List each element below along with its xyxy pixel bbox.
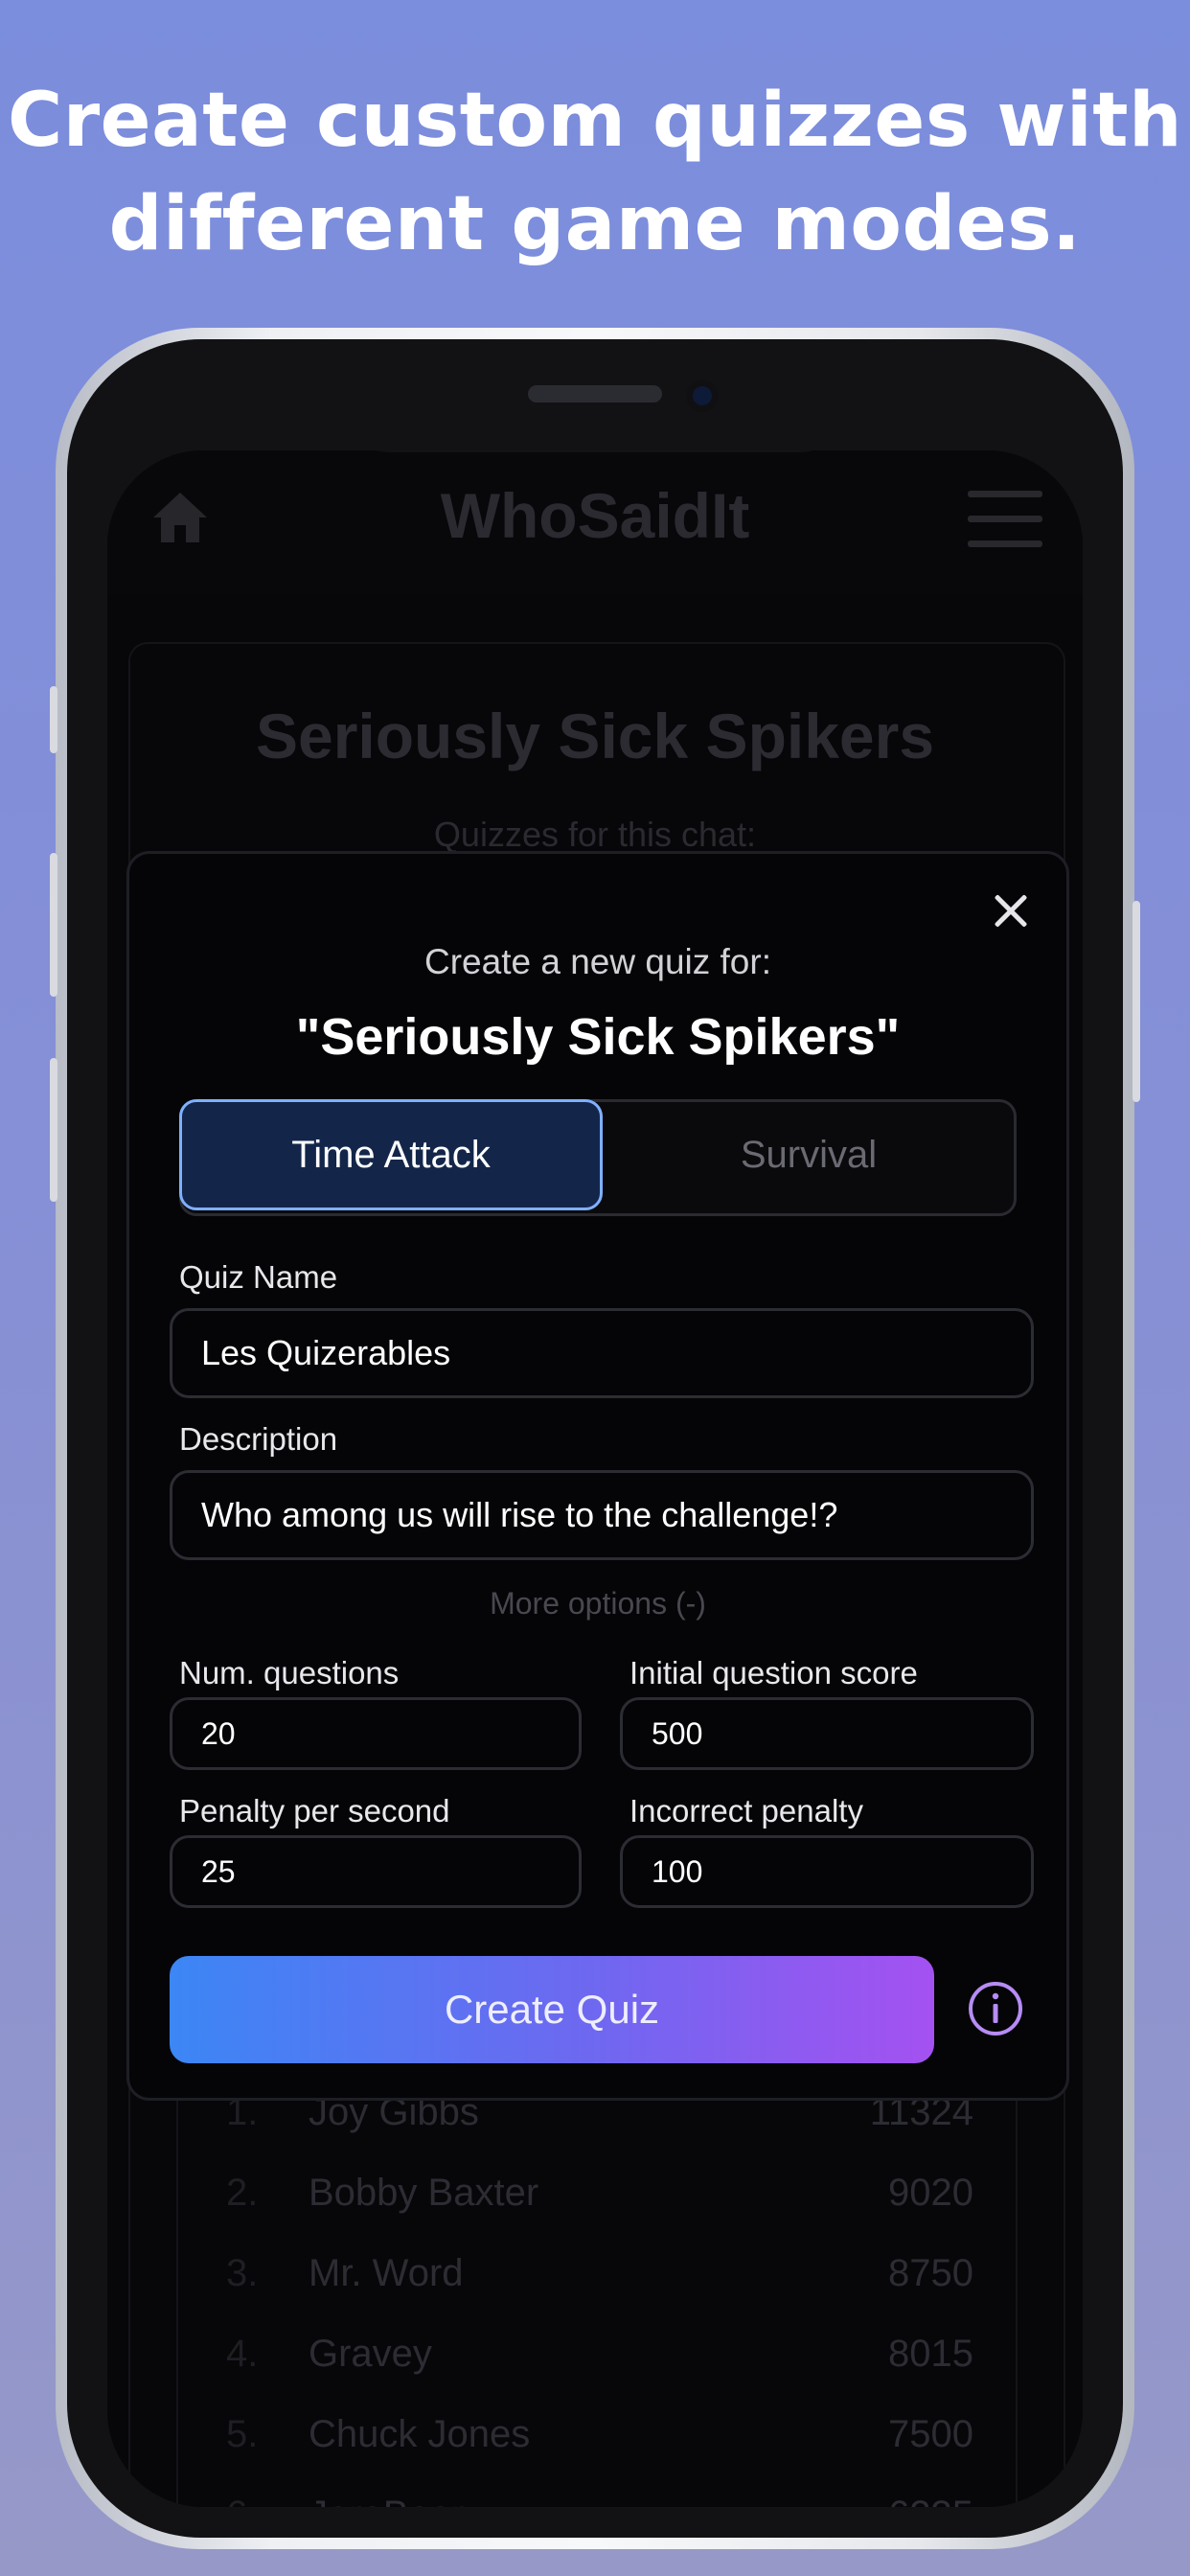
leaderboard-row: 3. Mr. Word 8750 <box>178 2235 1016 2315</box>
modal-title: "Seriously Sick Spikers" <box>295 1008 901 1066</box>
leaderboard-rank: 4. <box>226 2333 259 2375</box>
description-input[interactable] <box>170 1470 1034 1560</box>
leaderboard-row: 5. Chuck Jones 7500 <box>178 2396 1016 2476</box>
create-quiz-button[interactable]: Create Quiz <box>170 1956 934 2063</box>
num-questions-label: Num. questions <box>179 1655 400 1690</box>
quiz-name-label: Quiz Name <box>179 1259 338 1295</box>
phone-side-button-volume-down <box>50 1058 57 1202</box>
incorrect-penalty-input[interactable] <box>620 1835 1034 1908</box>
num-questions-input[interactable] <box>170 1697 582 1770</box>
leaderboard-name: Gravey <box>309 2333 432 2375</box>
speaker-grille <box>528 385 662 402</box>
leaderboard-name: Bobby Baxter <box>309 2172 539 2214</box>
leaderboard-rank: 2. <box>226 2172 259 2214</box>
leaderboard-name: JaraBear <box>309 2494 464 2507</box>
headline-line-1: Create custom quizzes with <box>7 78 1183 164</box>
phone-side-button-power <box>1133 901 1140 1102</box>
initial-score-input[interactable] <box>620 1697 1034 1770</box>
phone-side-button-silent <box>50 686 57 753</box>
chat-title: Seriously Sick Spikers <box>255 701 935 771</box>
leaderboard-rank: 5. <box>226 2413 259 2455</box>
penalty-per-second-input[interactable] <box>170 1835 582 1908</box>
leaderboard-row: 2. Bobby Baxter 9020 <box>178 2154 1016 2235</box>
phone-side-button-volume-up <box>50 853 57 997</box>
leaderboard-score: 7500 <box>888 2413 973 2455</box>
phone-screen: WhoSaidIt Seriously Sick Spikers Quizzes… <box>107 450 1083 2507</box>
leaderboard-rank: 3. <box>226 2252 259 2294</box>
menu-icon[interactable] <box>968 491 1042 548</box>
leaderboard-name: Chuck Jones <box>309 2413 531 2455</box>
more-options-toggle[interactable]: More options (-) <box>129 1586 1066 1622</box>
leaderboard-score: 8750 <box>888 2252 973 2294</box>
game-mode-toggle: Time Attack Survival <box>179 1099 1017 1216</box>
mode-time-attack[interactable]: Time Attack <box>179 1099 603 1210</box>
app-title: WhoSaidIt <box>440 480 750 551</box>
leaderboard-row: 6. JaraBear 6235 <box>178 2476 1016 2507</box>
close-icon[interactable] <box>982 883 1040 940</box>
create-quiz-modal: Create a new quiz for: "Seriously Sick S… <box>126 851 1069 2101</box>
marketing-headline: Create custom quizzes with different gam… <box>0 69 1190 276</box>
quizzes-label: Quizzes for this chat: <box>433 815 757 854</box>
phone-notch <box>335 372 853 452</box>
penalty-per-second-label: Penalty per second <box>179 1793 450 1828</box>
modal-subtitle: Create a new quiz for: <box>424 942 771 981</box>
leaderboard-rank: 6. <box>226 2494 258 2507</box>
leaderboard-name: Mr. Word <box>309 2252 464 2294</box>
quiz-name-input[interactable] <box>170 1308 1034 1398</box>
leaderboard: 1. Joy Gibbs 11324 2. Bobby Baxter 9020 … <box>176 2080 1018 2507</box>
leaderboard-row: 4. Gravey 8015 <box>178 2315 1016 2396</box>
leaderboard-score: 8015 <box>888 2333 973 2375</box>
leaderboard-score: 6235 <box>888 2494 973 2507</box>
mode-survival[interactable]: Survival <box>600 1099 1018 1210</box>
app-header: WhoSaidIt <box>107 450 1083 594</box>
initial-score-label: Initial question score <box>629 1655 918 1690</box>
leaderboard-score: 9020 <box>888 2172 973 2214</box>
info-icon[interactable] <box>967 1980 1024 2037</box>
description-label: Description <box>179 1421 338 1457</box>
camera-icon <box>686 380 719 412</box>
headline-line-2: different game modes. <box>108 181 1082 267</box>
incorrect-penalty-label: Incorrect penalty <box>629 1793 863 1828</box>
